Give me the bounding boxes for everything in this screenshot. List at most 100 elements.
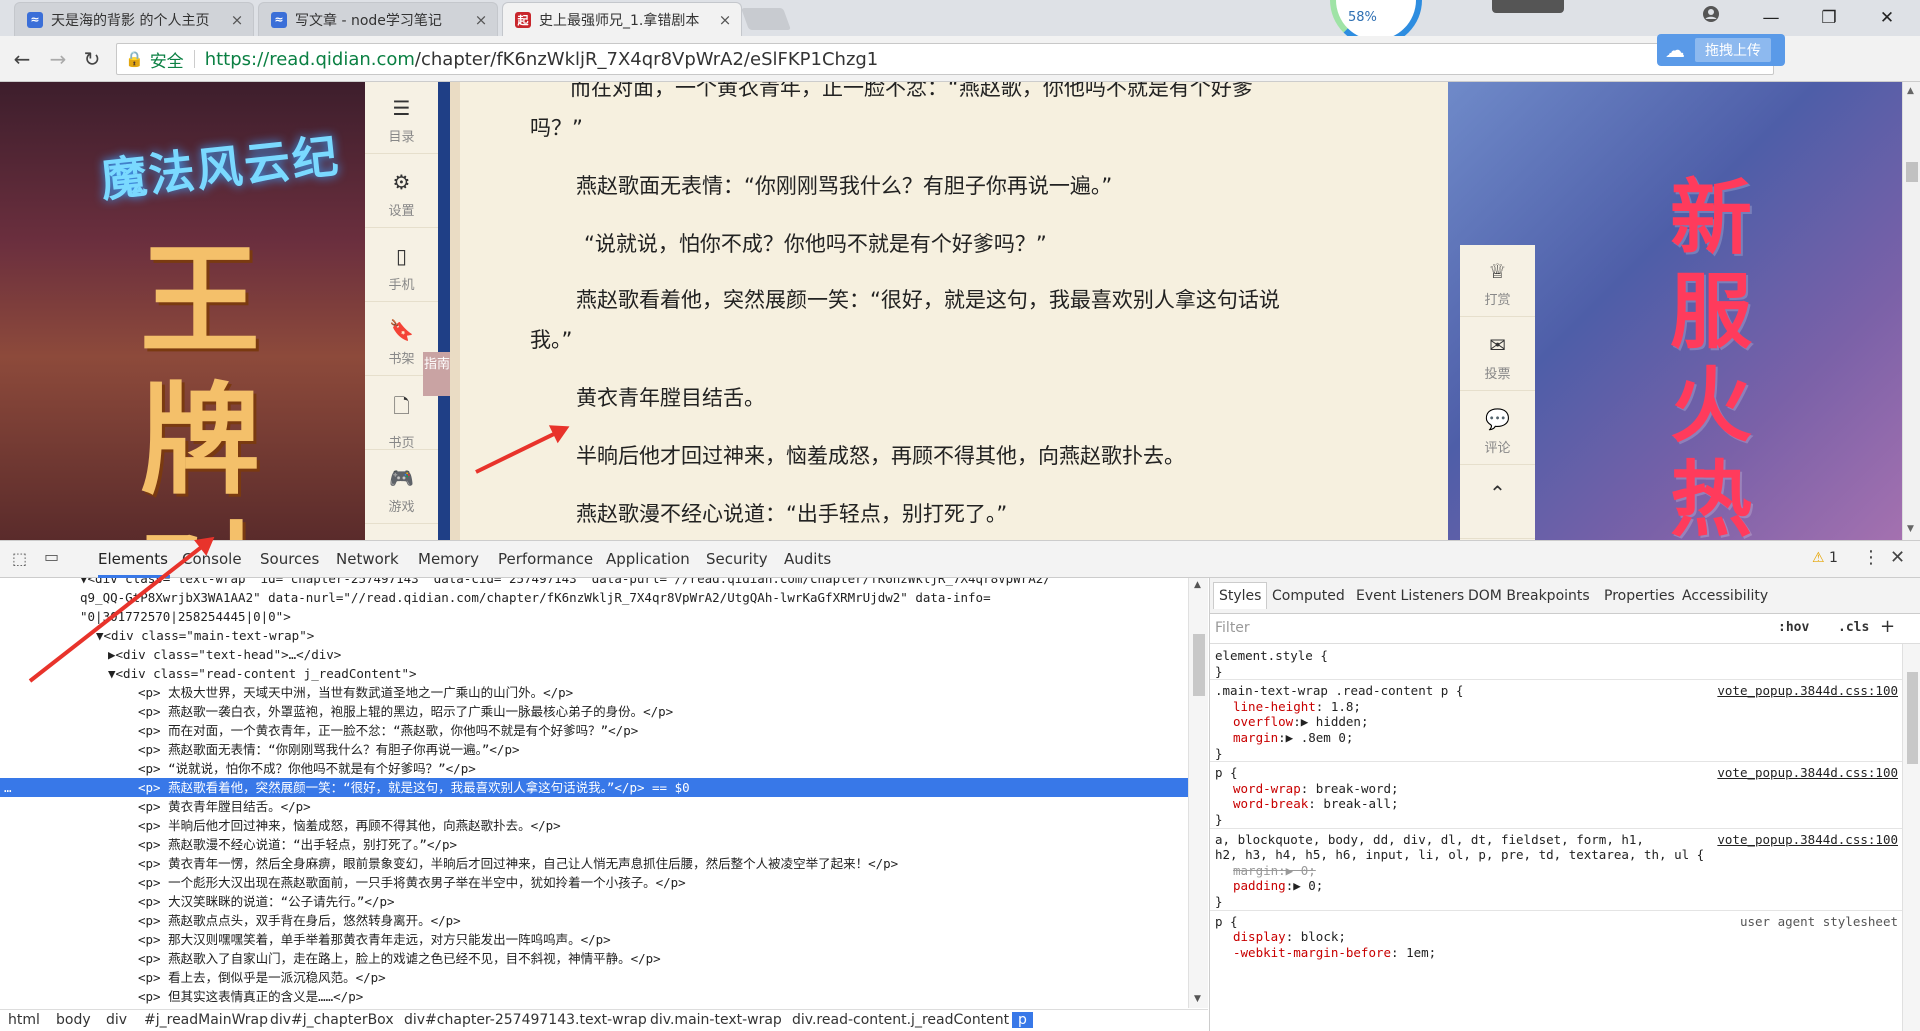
dom-node-row[interactable]: ▼<div class="read-content j_readContent"… xyxy=(0,664,1188,683)
breadcrumb-item[interactable]: p xyxy=(1012,1012,1033,1028)
minimize-button[interactable]: — xyxy=(1748,4,1794,32)
css-value[interactable]: :▶ 0; xyxy=(1278,863,1316,878)
css-property[interactable]: word-break xyxy=(1233,796,1308,811)
styles-tab-dom-breakpoints[interactable]: DOM Breakpoints xyxy=(1468,588,1590,604)
devtools-tab-security[interactable]: Security xyxy=(706,550,768,568)
styles-scrollbar[interactable] xyxy=(1902,644,1920,1031)
devtools-tab-application[interactable]: Application xyxy=(606,550,690,568)
tab-close-icon[interactable]: × xyxy=(717,12,733,28)
hover-state-toggle[interactable]: :hov xyxy=(1778,620,1809,635)
dom-node-row[interactable]: ▼<div class="main-text-wrap"> xyxy=(0,626,1188,645)
dom-node-row[interactable]: <p> 一个彪形大汉出现在燕赵歌面前，一只手将黄衣男子举在半空中，犹如拎着一个小… xyxy=(0,873,1188,892)
class-toggle[interactable]: .cls xyxy=(1838,620,1869,635)
back-button[interactable]: ← xyxy=(8,45,36,73)
styles-tab-computed[interactable]: Computed xyxy=(1272,588,1345,604)
tab-csdn-write[interactable]: ≈ 写文章 - node学习笔记 × xyxy=(258,2,498,36)
dom-tree-scrollbar[interactable]: ▲ ▼ xyxy=(1188,578,1208,1008)
warning-counter[interactable]: ⚠ 1 xyxy=(1812,550,1838,566)
css-value[interactable]: : 1em; xyxy=(1391,945,1436,960)
scrollbar-thumb[interactable] xyxy=(1193,634,1205,696)
css-value[interactable]: : break-all; xyxy=(1308,796,1398,811)
css-value[interactable]: :▶ 0; xyxy=(1286,878,1324,893)
css-property[interactable]: overflow xyxy=(1233,714,1293,729)
breadcrumb-item[interactable]: div xyxy=(106,1012,127,1028)
devtools-close-icon[interactable]: ✕ xyxy=(1890,547,1905,568)
reload-button[interactable]: ↻ xyxy=(78,45,106,73)
add-rule-button[interactable]: + xyxy=(1880,616,1895,637)
css-property[interactable]: word-wrap xyxy=(1233,781,1301,796)
css-selector[interactable]: } xyxy=(1215,811,1900,829)
device-toolbar-icon[interactable]: ▭ xyxy=(44,547,59,566)
dom-node-row[interactable]: q9_QQ-GtP8XwrjbX3WA1AA2" data-nurl="//re… xyxy=(0,588,1188,607)
dom-node-row[interactable]: <p> 燕赵歌面无表情：“你刚刚骂我什么？有胆子你再说一遍。”</p> xyxy=(0,740,1188,759)
sidebar-item-vote[interactable]: ✉ 投票 xyxy=(1460,319,1535,391)
devtools-tab-memory[interactable]: Memory xyxy=(418,550,479,568)
dom-node-row[interactable]: <p> 黄衣青年膛目结舌。</p> xyxy=(0,797,1188,816)
dom-node-row[interactable]: <p> 黄衣青年一愣，然后全身麻痹，眼前景象变幻，半晌后才回过神来，自己让人悄无… xyxy=(0,854,1188,873)
css-value[interactable]: : 1.8; xyxy=(1316,699,1361,714)
css-property[interactable]: display xyxy=(1233,929,1286,944)
css-selector[interactable]: } xyxy=(1215,745,1900,763)
inspect-element-icon[interactable]: ⬚ xyxy=(12,549,27,568)
left-ad-banner[interactable]: 魔法风云纪 王牌对 xyxy=(0,82,365,540)
devtools-tab-network[interactable]: Network xyxy=(336,550,399,568)
breadcrumb-item[interactable]: div#j_chapterBox xyxy=(270,1012,394,1028)
sidebar-item-comment[interactable]: 💬 评论 xyxy=(1460,393,1535,465)
scroll-down-icon[interactable]: ▼ xyxy=(1194,994,1201,1004)
dom-node-row[interactable]: … <p> 燕赵歌看着他，突然展颜一笑：“很好，就是这句，我最喜欢别人拿这句话说我… xyxy=(0,778,1188,797)
breadcrumb-item[interactable]: body xyxy=(56,1012,91,1028)
drag-upload-button[interactable]: ☁ 拖拽上传 xyxy=(1657,34,1785,66)
dom-node-row[interactable]: <p> 看上去，倒似乎是一派沉稳风范。</p> xyxy=(0,968,1188,987)
css-property[interactable]: margin xyxy=(1233,863,1278,878)
sidebar-item-catalog[interactable]: ☰ 目录 xyxy=(365,82,438,154)
css-value[interactable]: :▶ .8em 0; xyxy=(1278,730,1353,745)
selected-node-marker[interactable]: … xyxy=(4,778,12,797)
guide-tab[interactable]: 指南 xyxy=(423,352,451,396)
scroll-up-icon[interactable]: ▲ xyxy=(1907,86,1914,96)
dom-node-row[interactable]: <p> “说就说，怕你不成？你他吗不就是有个好爹吗？”</p> xyxy=(0,759,1188,778)
breadcrumb-item[interactable]: div#chapter-257497143.text-wrap xyxy=(404,1012,647,1028)
address-bar[interactable]: 🔒 安全 https://read.qidian.com/chapter/fK6… xyxy=(116,43,1774,75)
sidebar-item-mobile[interactable]: ▯ 手机 xyxy=(365,230,438,302)
dom-node-row[interactable]: <p> 燕赵歌一袭白衣，外罩蓝袍，袍服上辊的黑边，昭示了广乘山一脉最核心弟子的身… xyxy=(0,702,1188,721)
tab-close-icon[interactable]: × xyxy=(473,12,489,28)
new-tab-button[interactable] xyxy=(740,8,792,30)
devtools-menu-icon[interactable]: ⋮ xyxy=(1862,547,1880,568)
scrollbar-thumb[interactable] xyxy=(1906,162,1918,182)
styles-tab-properties[interactable]: Properties xyxy=(1604,588,1675,604)
css-property[interactable]: -webkit-margin-before xyxy=(1233,945,1391,960)
dom-tree[interactable]: ▼<div class="text-wrap" id="chapter-2574… xyxy=(0,578,1188,1008)
dom-node-row[interactable]: <p> 而在对面，一个黄衣青年，正一脸不忿：“燕赵歌，你他吗不就是有个好爹吗？”… xyxy=(0,721,1188,740)
css-declaration[interactable]: -webkit-margin-before: 1em; xyxy=(1215,944,1900,962)
css-value[interactable]: :▶ hidden; xyxy=(1293,714,1368,729)
sidebar-item-settings[interactable]: ⚙ 设置 xyxy=(365,156,438,228)
profile-icon[interactable] xyxy=(1688,4,1734,32)
devtools-tab-audits[interactable]: Audits xyxy=(784,550,831,568)
close-window-button[interactable]: ✕ xyxy=(1864,4,1910,32)
css-property[interactable]: margin xyxy=(1233,730,1278,745)
devtools-tab-elements[interactable]: Elements xyxy=(98,550,168,568)
styles-tab-styles[interactable]: Styles xyxy=(1213,582,1268,609)
css-property[interactable]: line-height xyxy=(1233,699,1316,714)
css-value[interactable]: : break-word; xyxy=(1301,781,1399,796)
back-to-top-button[interactable]: ⌃ xyxy=(1460,467,1535,539)
tab-close-icon[interactable]: × xyxy=(229,12,245,28)
breadcrumb-item[interactable]: div.main-text-wrap xyxy=(650,1012,782,1028)
devtools-tab-sources[interactable]: Sources xyxy=(260,550,319,568)
dom-node-row[interactable]: <p> 那大汉则嘿嘿笑着，单手举着那黄衣青年走远，对方只能发出一阵呜呜声。</p… xyxy=(0,930,1188,949)
maximize-button[interactable]: ❐ xyxy=(1806,4,1852,32)
sidebar-item-games[interactable]: 🎮 游戏 xyxy=(365,452,438,524)
style-rules[interactable]: element.style {} .main-text-wrap .read-co… xyxy=(1210,644,1902,1031)
breadcrumb-item[interactable]: #j_readMainWrap xyxy=(144,1012,268,1028)
dom-node-row[interactable]: <p> 大汉笑眯眯的说道：“公子请先行。”</p> xyxy=(0,892,1188,911)
css-value[interactable]: : block; xyxy=(1286,929,1346,944)
sidebar-item-reward[interactable]: ♕ 打赏 xyxy=(1460,245,1535,317)
styles-filter-input[interactable]: Filter xyxy=(1215,620,1250,636)
dom-node-row[interactable]: <p> 燕赵歌点点头，双手背在身后，悠然转身离开。</p> xyxy=(0,911,1188,930)
dom-node-row[interactable]: ▼<div class="text-wrap" id="chapter-2574… xyxy=(0,578,1188,588)
scrollbar-thumb[interactable] xyxy=(1907,672,1918,764)
breadcrumb-item[interactable]: html xyxy=(8,1012,40,1028)
dom-node-row[interactable]: ▶<div class="text-head">…</div> xyxy=(0,645,1188,664)
dom-node-row[interactable]: <p> 燕赵歌入了自家山门，走在路上，脸上的戏谑之色已经不见，目不斜视，神情平静… xyxy=(0,949,1188,968)
dom-node-row[interactable]: <p> 燕赵歌漫不经心说道：“出手轻点，别打死了。”</p> xyxy=(0,835,1188,854)
